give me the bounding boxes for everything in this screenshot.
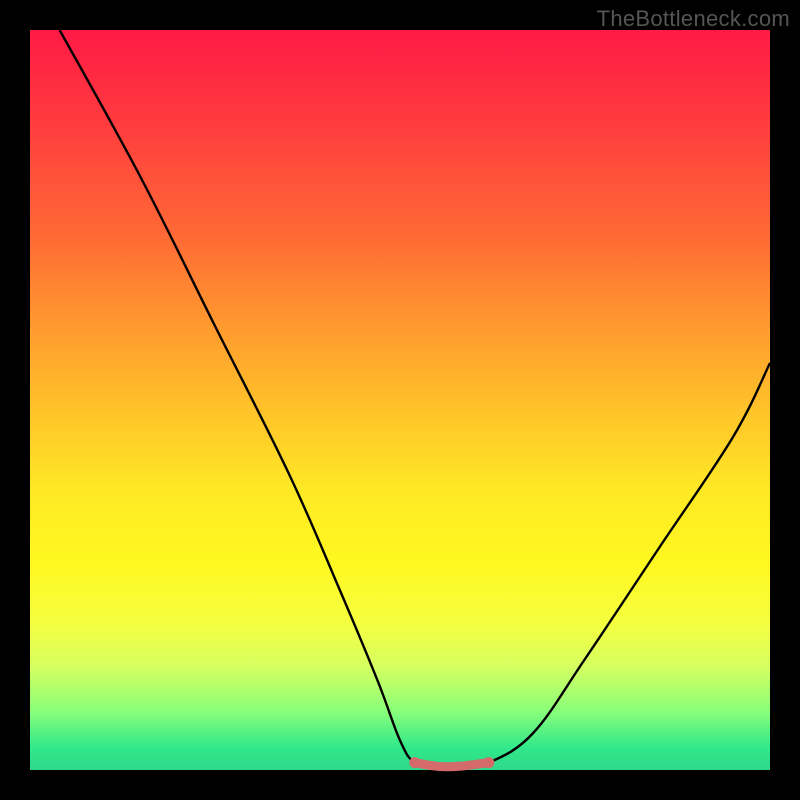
chart-frame: TheBottleneck.com bbox=[0, 0, 800, 800]
flat-segment bbox=[415, 763, 489, 767]
plot-area bbox=[30, 30, 770, 770]
flat-segment-endpoint-right bbox=[483, 757, 494, 768]
watermark-text: TheBottleneck.com bbox=[597, 6, 790, 32]
flat-segment-endpoint-left bbox=[409, 757, 420, 768]
curve-svg bbox=[30, 30, 770, 770]
main-curve bbox=[60, 30, 770, 767]
